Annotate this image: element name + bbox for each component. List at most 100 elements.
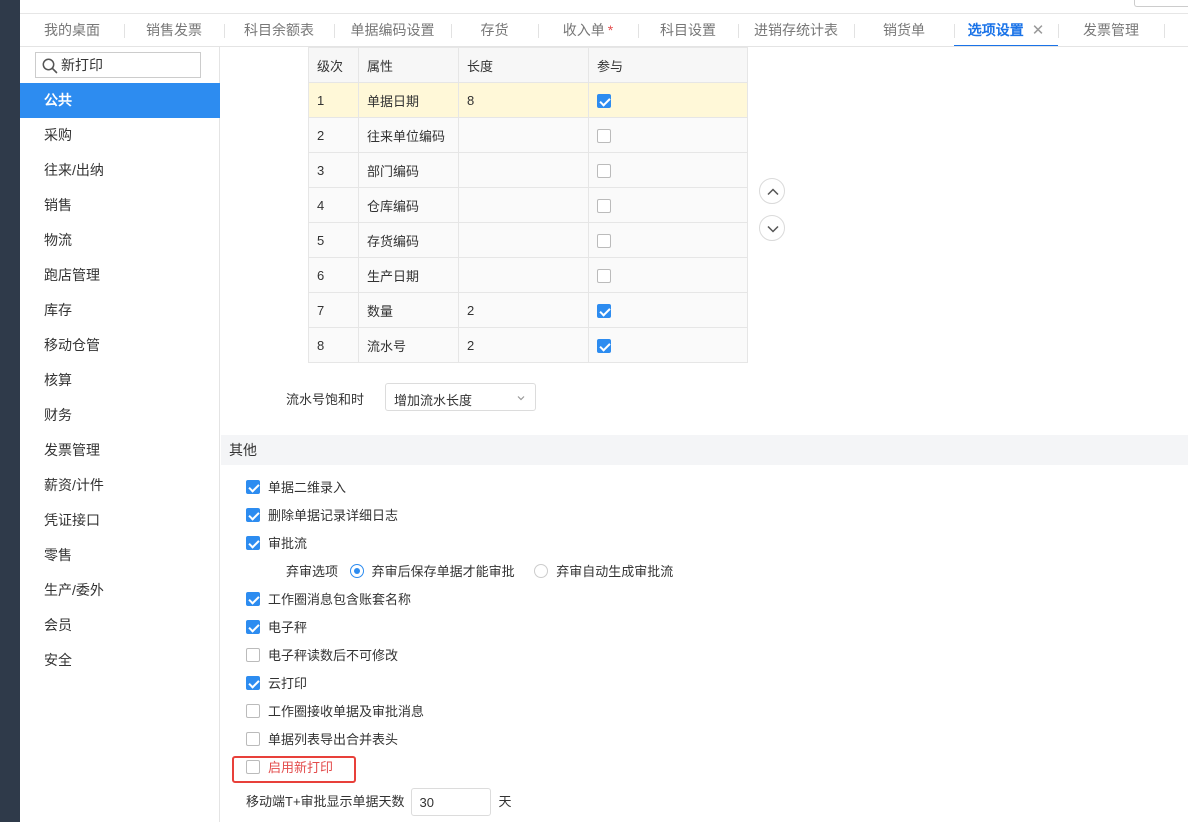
table-row[interactable]: 5 存货编码	[308, 222, 748, 258]
sidebar-item[interactable]: 发票管理	[20, 433, 220, 468]
tab-sales-invoice[interactable]: 销售发票	[124, 14, 224, 46]
move-down-button[interactable]	[759, 215, 785, 241]
participate-checkbox[interactable]	[597, 303, 611, 318]
tab-inventory[interactable]: 存货	[451, 14, 538, 46]
sidebar-item[interactable]: 财务	[20, 398, 220, 433]
cell-level: 4	[308, 187, 359, 223]
checkbox[interactable]	[246, 536, 260, 550]
option-cloud-print[interactable]: 云打印	[246, 676, 307, 692]
col-header-participate: 参与	[588, 47, 748, 83]
serial-overflow-select[interactable]: 增加流水长度	[385, 383, 536, 411]
participate-checkbox[interactable]	[597, 198, 611, 213]
participate-checkbox[interactable]	[597, 338, 611, 353]
sidebar-item[interactable]: 薪资/计件	[20, 468, 220, 503]
cell-participate	[588, 327, 748, 363]
participate-checkbox[interactable]	[597, 163, 611, 178]
option-enable-new-print[interactable]: 启用新打印	[246, 760, 333, 776]
approval-days-label: 移动端T+审批显示单据天数	[246, 794, 405, 809]
sidebar-item[interactable]: 采购	[20, 118, 220, 153]
table-row[interactable]: 4 仓库编码	[308, 187, 748, 223]
sidebar-item[interactable]: 零售	[20, 538, 220, 573]
chevron-down-icon	[517, 396, 525, 401]
table-row[interactable]: 8 流水号 2	[308, 327, 748, 363]
cell-attr: 存货编码	[358, 222, 459, 258]
tab-account-balance[interactable]: 科目余额表	[224, 14, 334, 46]
sidebar-item[interactable]: 公共	[20, 83, 220, 118]
cell-attr: 流水号	[358, 327, 459, 363]
participate-checkbox[interactable]	[597, 268, 611, 283]
option-2d-entry[interactable]: 单据二维录入	[246, 480, 346, 496]
option-e-scale[interactable]: 电子秤	[246, 620, 307, 636]
sidebar-item[interactable]: 移动仓管	[20, 328, 220, 363]
participate-checkbox[interactable]	[597, 233, 611, 248]
cell-length	[458, 152, 589, 188]
checkbox[interactable]	[246, 592, 260, 606]
option-workgroup-messages[interactable]: 工作圈接收单据及审批消息	[246, 704, 424, 720]
sidebar: 公共采购往来/出纳销售物流跑店管理库存移动仓管核算财务发票管理薪资/计件凭证接口…	[20, 47, 220, 822]
cell-length: 2	[458, 292, 589, 328]
sidebar-item[interactable]: 往来/出纳	[20, 153, 220, 188]
search-input[interactable]	[61, 55, 196, 75]
sidebar-item[interactable]: 生产/委外	[20, 573, 220, 608]
serial-overflow-value: 增加流水长度	[394, 393, 473, 408]
cell-participate	[588, 292, 748, 328]
checkbox[interactable]	[246, 732, 260, 746]
tab-account-settings[interactable]: 科目设置	[638, 14, 738, 46]
sidebar-item[interactable]: 安全	[20, 643, 220, 678]
option-delete-log[interactable]: 删除单据记录详细日志	[246, 508, 398, 524]
checkbox[interactable]	[246, 648, 260, 662]
sidebar-item[interactable]: 会员	[20, 608, 220, 643]
section-other-header: 其他	[221, 435, 1188, 465]
cell-level: 2	[308, 117, 359, 153]
option-merge-header-export[interactable]: 单据列表导出合并表头	[246, 732, 398, 748]
options-panel: 级次 属性 长度 参与 1 单据日期 8 2 往来单位编码 3 部门编码 4 仓库编码 5 存货编码…	[221, 47, 1188, 822]
cell-attr: 仓库编码	[358, 187, 459, 223]
cell-attr: 数量	[358, 292, 459, 328]
checkbox[interactable]	[246, 676, 260, 690]
top-control-stub[interactable]	[1134, 0, 1188, 7]
cell-attr: 单据日期	[358, 82, 459, 118]
checkbox[interactable]	[246, 480, 260, 494]
table-row[interactable]: 3 部门编码	[308, 152, 748, 188]
checkbox[interactable]	[246, 760, 260, 774]
cell-attr: 生产日期	[358, 257, 459, 293]
tab-inventory-stats[interactable]: 进销存统计表	[738, 14, 854, 46]
tab-income-doc[interactable]: 收入单 *	[538, 14, 638, 46]
sidebar-item[interactable]: 核算	[20, 363, 220, 398]
move-up-button[interactable]	[759, 178, 785, 204]
option-e-scale-readonly[interactable]: 电子秤读数后不可修改	[246, 648, 398, 664]
tab-doc-code-settings[interactable]: 单据编码设置	[334, 14, 451, 46]
reject-radio-save-first[interactable]: 弃审后保存单据才能审批	[349, 564, 531, 579]
sidebar-item[interactable]: 凭证接口	[20, 503, 220, 538]
cell-participate	[588, 187, 748, 223]
checkbox[interactable]	[246, 620, 260, 634]
sidebar-item[interactable]: 销售	[20, 188, 220, 223]
table-row[interactable]: 6 生产日期	[308, 257, 748, 293]
radio[interactable]	[534, 564, 549, 578]
sidebar-item[interactable]: 跑店管理	[20, 258, 220, 293]
search-box[interactable]	[35, 52, 201, 78]
cell-participate	[588, 257, 748, 293]
tab-my-desktop[interactable]: 我的桌面	[20, 14, 124, 46]
table-row[interactable]: 7 数量 2	[308, 292, 748, 328]
participate-checkbox[interactable]	[597, 128, 611, 143]
participate-checkbox[interactable]	[597, 93, 611, 108]
option-workgroup-account-name[interactable]: 工作圈消息包含账套名称	[246, 592, 411, 608]
tab-options-settings[interactable]: 选项设置 ✕	[954, 14, 1058, 46]
option-approval-flow[interactable]: 审批流	[246, 536, 307, 552]
table-row[interactable]: 1 单据日期 8	[308, 82, 748, 118]
approval-days-input[interactable]	[410, 788, 491, 816]
reject-radio-auto-flow[interactable]: 弃审自动生成审批流	[534, 564, 673, 579]
radio[interactable]	[349, 564, 364, 578]
col-header-level: 级次	[308, 47, 359, 83]
top-strip	[20, 0, 1188, 14]
checkbox[interactable]	[246, 704, 260, 718]
tab-sales-delivery[interactable]: 销货单	[854, 14, 954, 46]
table-row[interactable]: 2 往来单位编码	[308, 117, 748, 153]
tab-invoice-management[interactable]: 发票管理	[1058, 14, 1164, 46]
sidebar-item[interactable]: 库存	[20, 293, 220, 328]
tab-invoice-more[interactable]: 发票	[1164, 14, 1188, 46]
close-tab-icon[interactable]: ✕	[1032, 22, 1045, 39]
checkbox[interactable]	[246, 508, 260, 522]
sidebar-item[interactable]: 物流	[20, 223, 220, 258]
